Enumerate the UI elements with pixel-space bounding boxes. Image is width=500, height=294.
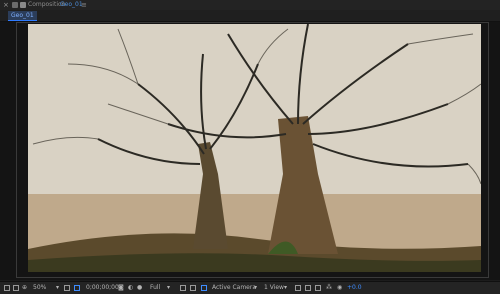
network-icon[interactable]: ⁂ [326,282,332,294]
viewer-toolbar: ⊕ 50% ▾ 0;00;00;00 ◙ ◐ ● Full ▾ Active C… [0,281,500,294]
resolution-select[interactable]: Full [150,282,160,294]
zoom-dropdown-chevron-icon[interactable]: ▾ [56,282,59,294]
transparency-toggle-icon[interactable] [305,285,311,291]
transparency-grid-icon[interactable] [180,285,186,291]
panel-menu-icon[interactable]: ≡ [81,0,87,10]
camera-select[interactable]: Active Camera [212,282,256,294]
timecode[interactable]: 0;00;00;00 [86,282,119,294]
lock-icon[interactable] [12,2,18,8]
exposure-value[interactable]: +0.0 [347,282,362,294]
zoom-level[interactable]: 50% [33,282,46,294]
resolution-chevron-icon[interactable]: ▾ [167,282,170,294]
snapshot-icon[interactable]: ◙ [118,282,124,294]
composition-tab-strip: Geo_01 [0,10,500,22]
color-channel-icon[interactable]: ● [137,282,142,294]
composition-image [28,24,481,272]
draft-3d-icon[interactable] [201,285,207,291]
grid-icon[interactable] [64,285,70,291]
panel-titlebar: × Composition Geo_01 ≡ [0,0,500,10]
show-snapshot-icon[interactable]: ◐ [128,282,133,294]
toggle-pixel-aspect-icon[interactable] [295,285,301,291]
monitor-icon[interactable] [13,285,19,291]
reset-exposure-icon[interactable]: ◉ [337,282,342,294]
view-layout-chevron-icon[interactable]: ▾ [284,282,287,294]
fast-preview-icon[interactable] [4,285,10,291]
zoom-icon[interactable]: ⊕ [22,282,27,294]
region-of-interest-icon[interactable] [74,285,80,291]
tab-geo-01[interactable]: Geo_01 [8,11,37,21]
close-icon[interactable]: × [3,0,9,9]
panel-title-comp-name[interactable]: Geo_01 [60,0,83,10]
composition-icon [20,2,26,8]
trees-photo-icon [28,24,481,272]
flowchart-icon[interactable] [315,285,321,291]
view-layout-select[interactable]: 1 View [264,282,284,294]
3d-view-icon[interactable] [190,285,196,291]
composition-viewer[interactable] [0,22,500,280]
camera-chevron-icon[interactable]: ▾ [254,282,257,294]
